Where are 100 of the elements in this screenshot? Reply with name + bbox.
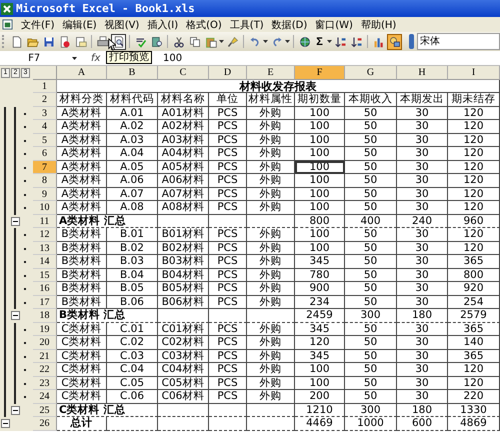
table-cell: 100	[295, 376, 345, 390]
menu-item[interactable]: 数据(D)	[272, 18, 308, 32]
folder-icon	[26, 36, 38, 48]
table-cell: C类材料	[57, 376, 107, 390]
table-cell: 234	[295, 296, 345, 309]
table-cell: 50	[345, 160, 397, 174]
table-cell	[158, 214, 209, 228]
table-cell: 外购	[247, 228, 295, 242]
table-cell: 300	[345, 404, 397, 417]
table-cell	[247, 309, 295, 322]
menu-item[interactable]: 编辑(E)	[62, 18, 97, 32]
menu-item[interactable]: 视图(V)	[104, 18, 140, 32]
table-cell: A04材料	[158, 147, 209, 160]
row-header[interactable]: 18	[33, 309, 57, 322]
menu-item[interactable]: 文件(F)	[21, 18, 55, 32]
collapse-button[interactable]	[1, 419, 10, 428]
row-header[interactable]: 17	[33, 296, 57, 309]
column-header[interactable]: A	[57, 66, 107, 80]
table-cell: C.05	[107, 376, 158, 390]
caret-icon[interactable]	[72, 56, 77, 60]
document-icon[interactable]	[2, 19, 13, 30]
table-cell: A05材料	[158, 160, 209, 174]
column-header[interactable]: D	[209, 66, 247, 80]
row-header[interactable]: 6	[33, 147, 57, 160]
table-cell: A01材料	[158, 106, 209, 120]
row-header[interactable]: 10	[33, 201, 57, 214]
row-header[interactable]: 22	[33, 363, 57, 376]
column-header[interactable]: C	[158, 66, 209, 80]
table-cell: 外购	[247, 201, 295, 214]
table-cell: 外购	[247, 282, 295, 296]
row-header[interactable]: 1	[33, 80, 57, 93]
table-cell: 单位	[209, 93, 247, 106]
row-header[interactable]: 9	[33, 188, 57, 201]
table-cell: A类材料	[57, 160, 107, 174]
row-header[interactable]: 23	[33, 376, 57, 390]
row-header[interactable]: 4	[33, 120, 57, 134]
column-header[interactable]: F	[295, 66, 345, 80]
table-cell: PCS	[209, 376, 247, 390]
menu-item[interactable]: 格式(O)	[186, 18, 222, 32]
table-cell: 4469	[295, 417, 345, 430]
row-header[interactable]: 2	[33, 93, 57, 106]
row-header[interactable]: 19	[33, 322, 57, 336]
row-header[interactable]: 8	[33, 174, 57, 188]
row-header[interactable]: 7	[33, 160, 57, 174]
table-cell: 400	[345, 214, 397, 228]
collapse-button[interactable]	[11, 311, 20, 320]
name-box[interactable]: F7	[0, 52, 72, 64]
menu-item[interactable]: 帮助(H)	[360, 18, 396, 32]
table-cell: B类材料	[57, 228, 107, 242]
row-header[interactable]: 20	[33, 336, 57, 350]
table-cell: A类材料	[57, 201, 107, 214]
table-cell: 100	[295, 242, 345, 255]
column-header[interactable]: B	[107, 66, 158, 80]
column-header[interactable]: H	[397, 66, 448, 80]
font-field[interactable]: 宋体	[417, 33, 500, 50]
row-header[interactable]: 13	[33, 242, 57, 255]
caret-icon[interactable]	[219, 40, 224, 43]
row-header[interactable]: 25	[33, 404, 57, 417]
menu-item[interactable]: 工具(T)	[230, 18, 264, 32]
drawing-button[interactable]	[387, 34, 402, 50]
table-cell: 外购	[247, 160, 295, 174]
table-cell: 1330	[448, 404, 500, 417]
table-cell: 345	[295, 255, 345, 268]
row-header[interactable]: 26	[33, 417, 57, 430]
row-header[interactable]: 3	[33, 106, 57, 120]
table-cell: 4869	[448, 417, 500, 430]
table-cell: 30	[397, 363, 448, 376]
row-header[interactable]: 16	[33, 282, 57, 296]
formula-field[interactable]: 100	[163, 52, 500, 64]
menu-item[interactable]: 窗口(W)	[315, 18, 353, 32]
collapse-button[interactable]	[11, 406, 20, 414]
row-header[interactable]: 14	[33, 255, 57, 268]
row-header[interactable]: 12	[33, 228, 57, 242]
table-cell: 50	[345, 201, 397, 214]
toolbar-grip[interactable]	[2, 35, 6, 48]
row-header[interactable]: 24	[33, 390, 57, 404]
table-cell: 120	[448, 188, 500, 201]
table-cell	[107, 417, 158, 430]
row-header[interactable]: 11	[33, 214, 57, 228]
row-header[interactable]: 15	[33, 268, 57, 282]
menu-item[interactable]: 插入(I)	[147, 18, 178, 32]
table-cell: 50	[345, 350, 397, 363]
row-header[interactable]: 5	[33, 134, 57, 147]
caret-icon[interactable]	[285, 40, 290, 43]
toolbar-grip[interactable]	[409, 34, 414, 49]
caret-icon[interactable]	[263, 40, 268, 43]
column-header[interactable]: I	[448, 66, 500, 80]
column-header[interactable]: E	[247, 66, 295, 80]
table-cell: 100	[295, 147, 345, 160]
autosum-button[interactable]: Σ	[313, 34, 326, 50]
row-header[interactable]: 21	[33, 350, 57, 363]
column-header[interactable]: G	[345, 66, 397, 80]
table-cell: PCS	[209, 106, 247, 120]
collapse-button[interactable]	[11, 216, 20, 226]
table-cell: A03材料	[158, 134, 209, 147]
brush-icon	[226, 36, 238, 48]
caret-icon[interactable]	[327, 40, 332, 43]
table-cell: 365	[448, 255, 500, 268]
table-cell: 50	[345, 174, 397, 188]
table-cell: PCS	[209, 296, 247, 309]
